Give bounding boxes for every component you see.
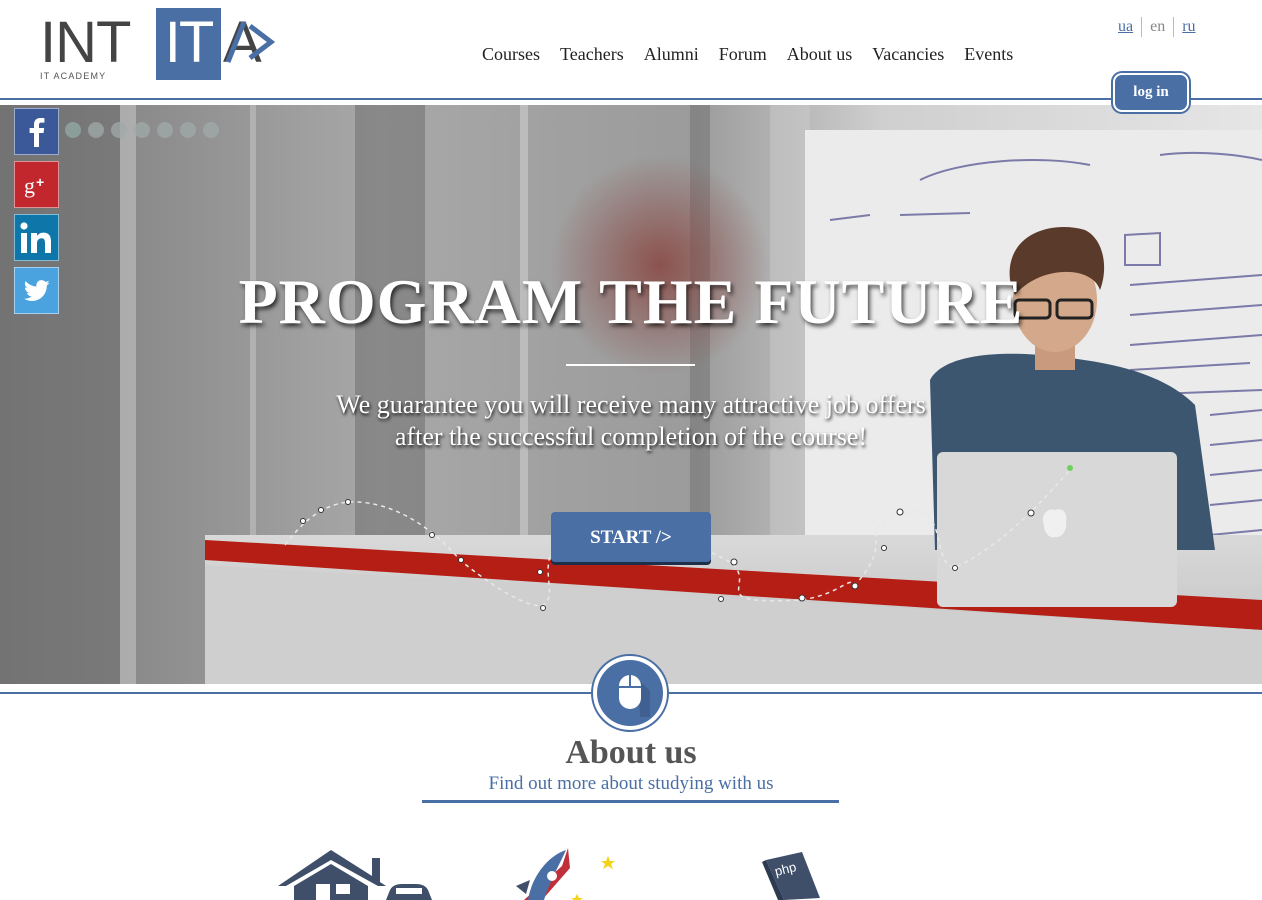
linkedin-icon (19, 221, 51, 253)
intita-logo[interactable]: INT IT A IT ACADEMY (40, 8, 276, 84)
lang-ua[interactable]: ua (1110, 16, 1141, 38)
nav-forum[interactable]: Forum (709, 44, 777, 65)
about-subtitle: Find out more about studying with us (488, 773, 774, 794)
php-book-icon: php (762, 852, 820, 900)
lang-en[interactable]: en (1142, 16, 1173, 38)
slider-dots (65, 122, 219, 138)
nav-alumni[interactable]: Alumni (634, 44, 709, 65)
mouse-icon (619, 675, 650, 717)
main-nav: Courses Teachers Alumni Forum About us V… (472, 44, 1023, 65)
slider-dot[interactable] (203, 122, 219, 138)
google-plus-icon: g + (24, 173, 44, 198)
slider-dot[interactable] (157, 122, 173, 138)
nav-courses[interactable]: Courses (472, 44, 550, 65)
twitter-icon (23, 279, 50, 301)
hero-title: PROGRAM THE FUTURE (238, 266, 1024, 337)
hero-subtitle-line2: after the successful completion of the c… (394, 422, 868, 451)
site-header: INT IT A IT ACADEMY Courses Teachers Alu… (0, 0, 1262, 104)
hero-subtitle-line1: We guarantee you will receive many attra… (336, 390, 926, 419)
svg-text:g: g (24, 173, 35, 198)
twitter-button[interactable] (14, 267, 59, 314)
social-sidebar: g + (14, 108, 59, 320)
facebook-button[interactable] (14, 108, 59, 155)
nav-vacancies[interactable]: Vacancies (862, 44, 954, 65)
scroll-down-button[interactable] (591, 654, 669, 732)
language-switcher: ua en ru (1110, 16, 1204, 38)
google-plus-button[interactable]: g + (14, 161, 59, 208)
nav-events[interactable]: Events (954, 44, 1023, 65)
start-button[interactable]: START /> (551, 512, 711, 562)
svg-text:+: + (36, 174, 44, 190)
nav-teachers[interactable]: Teachers (550, 44, 634, 65)
slider-dot[interactable] (180, 122, 196, 138)
hero-subtitle: We guarantee you will receive many attra… (0, 389, 1262, 453)
slider-dot[interactable] (111, 122, 127, 138)
header-divider (0, 98, 1262, 100)
about-title: About us (565, 734, 697, 771)
rocket-icon (516, 848, 615, 900)
hero-banner: PROGRAM THE FUTURE We guarantee you will… (0, 105, 1262, 684)
lang-ru[interactable]: ru (1174, 16, 1203, 38)
house-car-icon (278, 850, 432, 900)
hero-divider (566, 364, 695, 366)
login-button[interactable]: log in (1113, 73, 1189, 112)
nav-about-us[interactable]: About us (777, 44, 863, 65)
slider-dot[interactable] (65, 122, 81, 138)
slider-dot[interactable] (88, 122, 104, 138)
facebook-icon (29, 117, 44, 147)
linkedin-button[interactable] (14, 214, 59, 261)
slider-dot[interactable] (134, 122, 150, 138)
about-underline (422, 800, 839, 803)
logo-subtitle: IT ACADEMY (40, 71, 107, 81)
